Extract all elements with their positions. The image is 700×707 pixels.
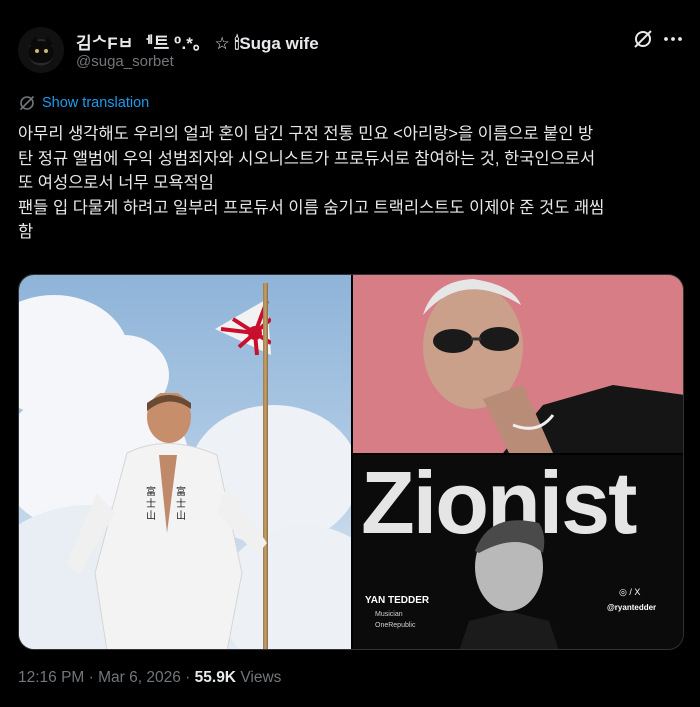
display-name[interactable]: 김ᄉFㅂ ᅦ트 ⁰.*。 ☆ 🕯Suga wife xyxy=(76,29,319,54)
separator: · xyxy=(180,669,195,686)
portrait-ryan-tedder xyxy=(459,520,559,649)
tweet-line: 탄 정규 앨범에 우익 성범죄자와 시오니스트가 프로듀서로 참여하는 것, 한… xyxy=(18,149,596,168)
photo-zionist-ryan-tedder[interactable]: Zionist YAN TEDDER Musician OneRepublic … xyxy=(353,455,683,649)
tweet-time[interactable]: 12:16 PM xyxy=(18,669,84,686)
separator: · xyxy=(84,669,99,686)
robe-kanji-right: 富士山 xyxy=(176,487,186,522)
author-handle[interactable]: @suga_sorbet xyxy=(76,53,174,70)
show-translation-link[interactable]: Show translation xyxy=(18,94,149,112)
cat-eye xyxy=(35,49,39,53)
tweet-meta: 12:16 PM · Mar 6, 2026 · 55.9K Views xyxy=(18,669,281,687)
views-label: Views xyxy=(240,669,282,686)
globe-slash-icon xyxy=(19,95,35,111)
tweet-line: 아무리 생각해도 우리의 얼과 혼이 담긴 구전 전통 민요 <아리랑>을 이름… xyxy=(18,125,594,143)
tweet-date[interactable]: Mar 6, 2026 xyxy=(98,669,181,686)
avatar[interactable] xyxy=(18,27,64,73)
person-role: Musician xyxy=(375,611,403,618)
tweet-line: 함 xyxy=(18,223,34,241)
portrait-sunglasses xyxy=(353,275,683,453)
tweet-line: 팬들 입 다물게 하려고 일부러 프로듀서 이름 숨기고 트랙리스트도 이제야 … xyxy=(18,198,605,217)
show-translation-label[interactable]: Show translation xyxy=(42,95,149,111)
photo-man-with-sunglasses[interactable] xyxy=(353,275,683,453)
person-name: YAN TEDDER xyxy=(365,595,430,606)
cat-head xyxy=(28,41,54,63)
tweet-line: 또 여성으로서 너무 모욕적임 xyxy=(18,174,214,192)
views-count[interactable]: 55.9K xyxy=(195,669,236,686)
media-grid[interactable]: 富士山 富士山 Zionist YAN TEDDER Musician OneR… xyxy=(18,274,684,650)
author-name-row[interactable]: 김ᄉFㅂ ᅦ트 ⁰.*。 ☆ 🕯Suga wife xyxy=(76,29,319,54)
man-in-white-robe xyxy=(67,393,267,649)
more-horizontal-icon[interactable] xyxy=(662,28,684,50)
tweet-text: 아무리 생각해도 우리의 얼과 혼이 담긴 구전 전통 민요 <아리랑>을 이름… xyxy=(18,122,684,245)
social-handle: @ryantedder xyxy=(607,603,657,612)
photo-man-with-flag[interactable]: 富士山 富士山 xyxy=(19,275,351,649)
cat-eye xyxy=(44,49,48,53)
social-icons: ◎ / X xyxy=(619,587,641,597)
grok-slash-circle-icon[interactable] xyxy=(632,28,654,50)
robe-kanji-left: 富士山 xyxy=(146,487,156,522)
person-band: OneRepublic xyxy=(375,622,416,629)
